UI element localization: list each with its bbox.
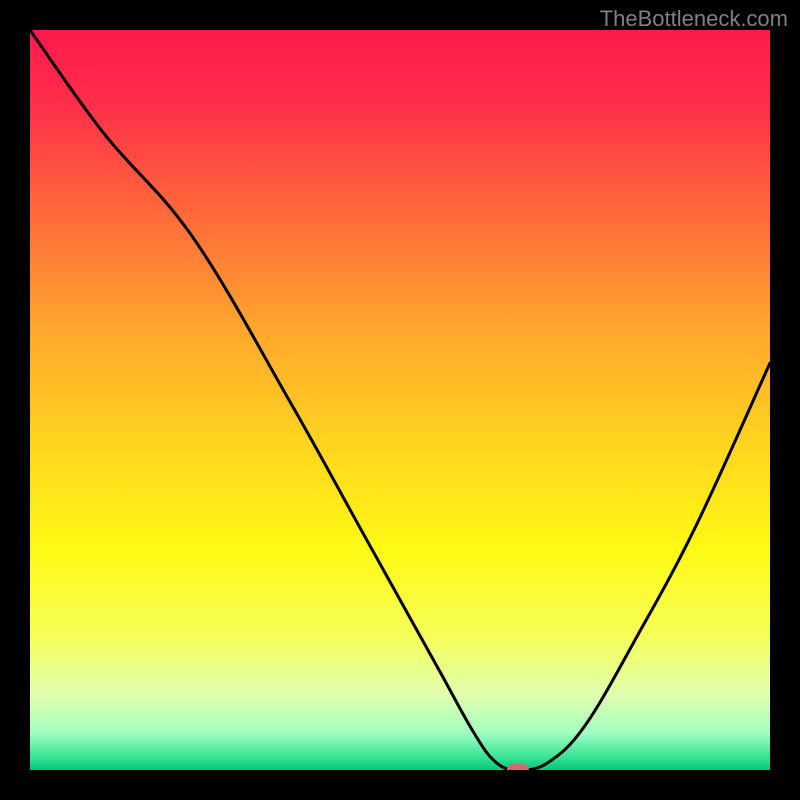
optimal-marker <box>507 764 529 770</box>
bottleneck-curve <box>30 30 770 770</box>
watermark-text: TheBottleneck.com <box>600 6 788 32</box>
plot-area <box>30 30 770 770</box>
